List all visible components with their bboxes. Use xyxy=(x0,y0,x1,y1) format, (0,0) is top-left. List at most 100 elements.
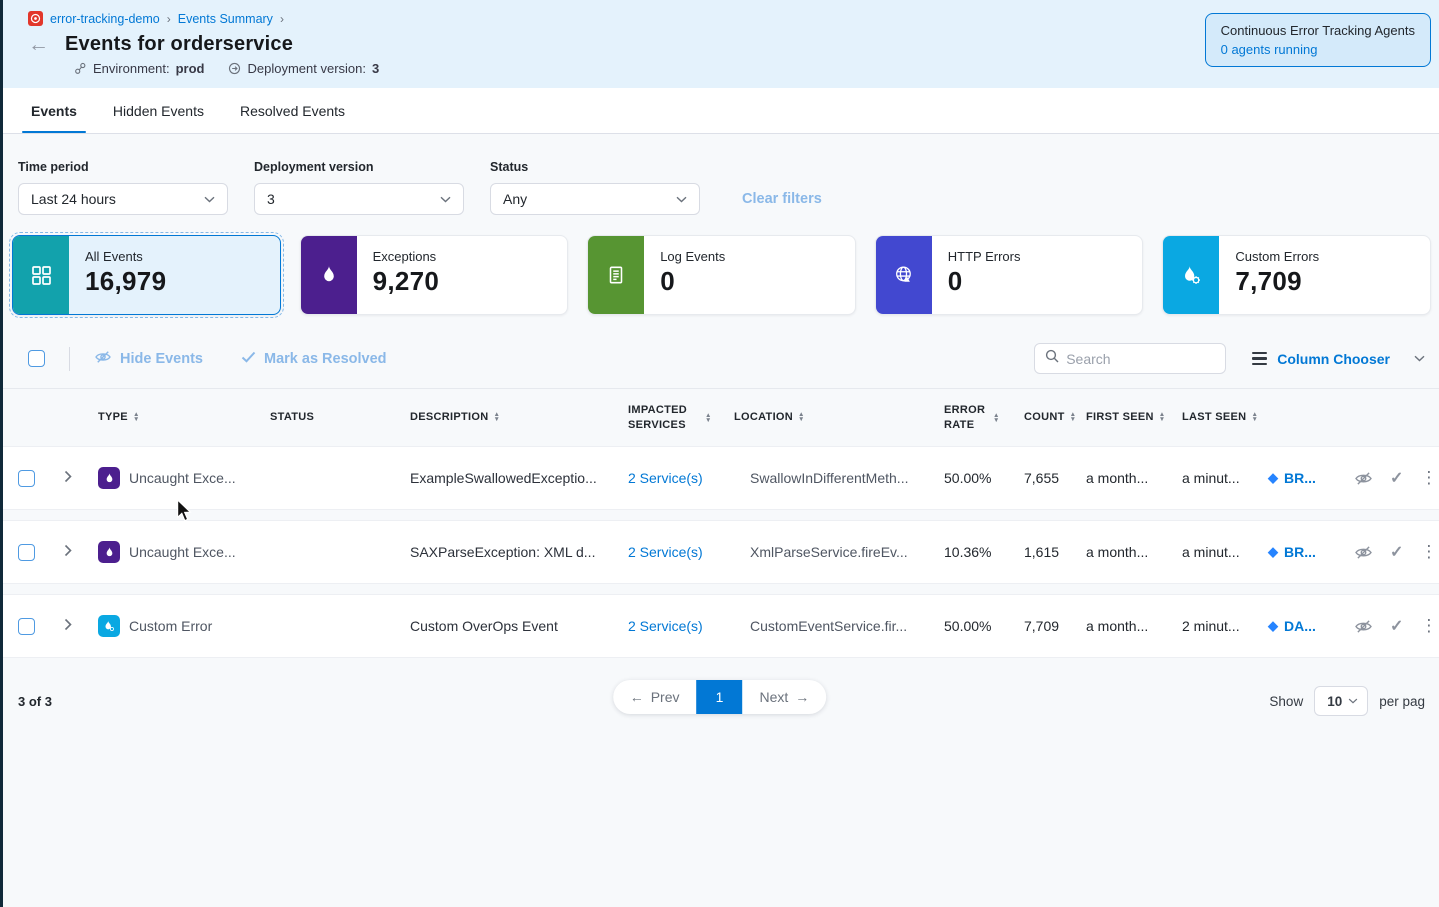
log-file-icon xyxy=(588,236,644,314)
tab-events[interactable]: Events xyxy=(18,88,90,133)
resolve-event-icon[interactable]: ✓ xyxy=(1390,616,1403,636)
ticket-link[interactable]: ◆BR... xyxy=(1268,544,1354,560)
agents-box-title: Continuous Error Tracking Agents xyxy=(1221,23,1415,38)
impacted-services-link[interactable]: 2 Service(s) xyxy=(628,618,734,634)
event-type: Uncaught Exce... xyxy=(129,470,236,486)
row-menu-icon[interactable]: ⋮ xyxy=(1420,616,1437,636)
table-row[interactable]: Uncaught Exce... SAXParseException: XML … xyxy=(0,520,1439,584)
show-label: Show xyxy=(1269,694,1303,709)
card-log-events[interactable]: Log Events 0 xyxy=(587,235,856,315)
agents-running-link[interactable]: 0 agents running xyxy=(1221,42,1415,57)
card-value: 0 xyxy=(948,266,1021,297)
sort-icon[interactable]: ▲▼ xyxy=(1070,412,1077,422)
hide-event-icon[interactable] xyxy=(1354,545,1373,560)
impacted-services-link[interactable]: 2 Service(s) xyxy=(628,470,734,486)
sort-icon[interactable]: ▲▼ xyxy=(493,412,500,422)
tab-hidden-events[interactable]: Hidden Events xyxy=(100,88,217,133)
last-seen: 2 minut... xyxy=(1182,618,1268,634)
row-menu-icon[interactable]: ⋮ xyxy=(1420,468,1437,488)
flame-gear-icon xyxy=(1163,236,1219,314)
sort-icon[interactable]: ▲▼ xyxy=(1251,412,1258,422)
row-checkbox[interactable] xyxy=(18,470,35,487)
status-select[interactable]: Any xyxy=(490,183,700,215)
arrow-left-icon: ← xyxy=(630,689,644,705)
hide-event-icon[interactable] xyxy=(1354,619,1373,634)
ticket-id: DA... xyxy=(1284,618,1316,634)
row-checkbox[interactable] xyxy=(18,544,35,561)
breadcrumb-separator: › xyxy=(167,12,171,26)
sort-icon[interactable]: ▲▼ xyxy=(993,413,1000,423)
first-seen: a month... xyxy=(1086,618,1182,634)
card-value: 7,709 xyxy=(1235,266,1319,297)
sort-icon[interactable]: ▲▼ xyxy=(1159,412,1166,422)
chevron-right-icon[interactable] xyxy=(60,618,98,634)
row-menu-icon[interactable]: ⋮ xyxy=(1420,542,1437,562)
flame-icon xyxy=(98,467,120,489)
column-header-count: COUNT ▲▼ xyxy=(1024,410,1086,424)
deployment-version-select[interactable]: 3 xyxy=(254,183,464,215)
resolve-event-icon[interactable]: ✓ xyxy=(1390,542,1403,562)
card-http-errors[interactable]: HTTP Errors 0 xyxy=(875,235,1144,315)
sort-icon[interactable]: ▲▼ xyxy=(705,413,712,423)
breadcrumb-project-link[interactable]: error-tracking-demo xyxy=(50,12,160,26)
agents-status-box: Continuous Error Tracking Agents 0 agent… xyxy=(1205,13,1431,67)
column-header-first-seen: FIRST SEEN▲▼ xyxy=(1086,410,1182,424)
clear-filters-button[interactable]: Clear filters xyxy=(734,191,822,215)
hamburger-icon xyxy=(1252,352,1267,365)
back-arrow-icon[interactable]: ← xyxy=(28,34,49,55)
search-icon xyxy=(1045,349,1059,368)
event-location: XmlParseService.fireEv... xyxy=(734,544,944,560)
page-size-select[interactable]: 10 xyxy=(1314,686,1368,716)
hide-events-button[interactable]: Hide Events xyxy=(94,350,203,368)
search-input[interactable] xyxy=(1066,351,1206,367)
time-period-label: Time period xyxy=(18,160,228,174)
impacted-services-link[interactable]: 2 Service(s) xyxy=(628,544,734,560)
mark-resolved-button[interactable]: Mark as Resolved xyxy=(241,351,387,367)
event-count: 7,655 xyxy=(1024,470,1086,486)
page-header: error-tracking-demo › Events Summary › ←… xyxy=(0,0,1439,88)
column-chooser-button[interactable]: Column Chooser xyxy=(1252,351,1425,367)
tab-resolved-events[interactable]: Resolved Events xyxy=(227,88,358,133)
tabbar: Events Hidden Events Resolved Events xyxy=(0,88,1439,134)
row-checkbox[interactable] xyxy=(18,618,35,635)
last-seen: a minut... xyxy=(1182,544,1268,560)
event-count: 1,615 xyxy=(1024,544,1086,560)
column-header-description: DESCRIPTION ▲▼ xyxy=(410,410,628,424)
hide-event-icon[interactable] xyxy=(1354,471,1373,486)
page-size-value: 10 xyxy=(1327,694,1342,709)
check-icon xyxy=(241,351,256,367)
page-number-button[interactable]: 1 xyxy=(697,680,743,714)
sort-icon[interactable]: ▲▼ xyxy=(133,412,140,422)
column-label: DESCRIPTION xyxy=(410,410,488,424)
breadcrumb-section-link[interactable]: Events Summary xyxy=(178,12,273,26)
arrow-right-icon: → xyxy=(795,689,809,705)
search-box xyxy=(1034,343,1226,374)
table-row[interactable]: Custom Error Custom OverOps Event 2 Serv… xyxy=(0,594,1439,658)
collapsed-nav-edge xyxy=(0,0,3,907)
ticket-link[interactable]: ◆DA... xyxy=(1268,618,1354,634)
sort-icon[interactable]: ▲▼ xyxy=(798,412,805,422)
ticket-id: BR... xyxy=(1284,470,1316,486)
deployment-version-label: Deployment version xyxy=(254,160,464,174)
card-exceptions[interactable]: Exceptions 9,270 xyxy=(300,235,569,315)
column-header-type: TYPE▲▼ xyxy=(98,410,270,424)
event-location: CustomEventService.fir... xyxy=(734,618,944,634)
status-filter-value: Any xyxy=(503,191,527,207)
select-all-checkbox[interactable] xyxy=(28,350,45,367)
deployment-meta: Deployment version: 3 xyxy=(228,61,379,76)
environment-icon xyxy=(74,62,87,75)
chevron-down-icon xyxy=(676,196,687,203)
prev-page-button[interactable]: ←Prev xyxy=(613,680,697,714)
chevron-right-icon[interactable] xyxy=(60,470,98,486)
card-all-events[interactable]: All Events 16,979 xyxy=(12,235,281,315)
ticket-link[interactable]: ◆BR... xyxy=(1268,470,1354,486)
column-label: COUNT xyxy=(1024,410,1065,424)
chevron-right-icon[interactable] xyxy=(60,544,98,560)
resolve-event-icon[interactable]: ✓ xyxy=(1390,468,1403,488)
event-count: 7,709 xyxy=(1024,618,1086,634)
card-custom-errors[interactable]: Custom Errors 7,709 xyxy=(1162,235,1431,315)
table-row[interactable]: Uncaught Exce... ExampleSwallowedExcepti… xyxy=(0,446,1439,510)
time-period-select[interactable]: Last 24 hours xyxy=(18,183,228,215)
deployment-version-icon xyxy=(228,62,241,75)
next-page-button[interactable]: Next→ xyxy=(743,680,827,714)
